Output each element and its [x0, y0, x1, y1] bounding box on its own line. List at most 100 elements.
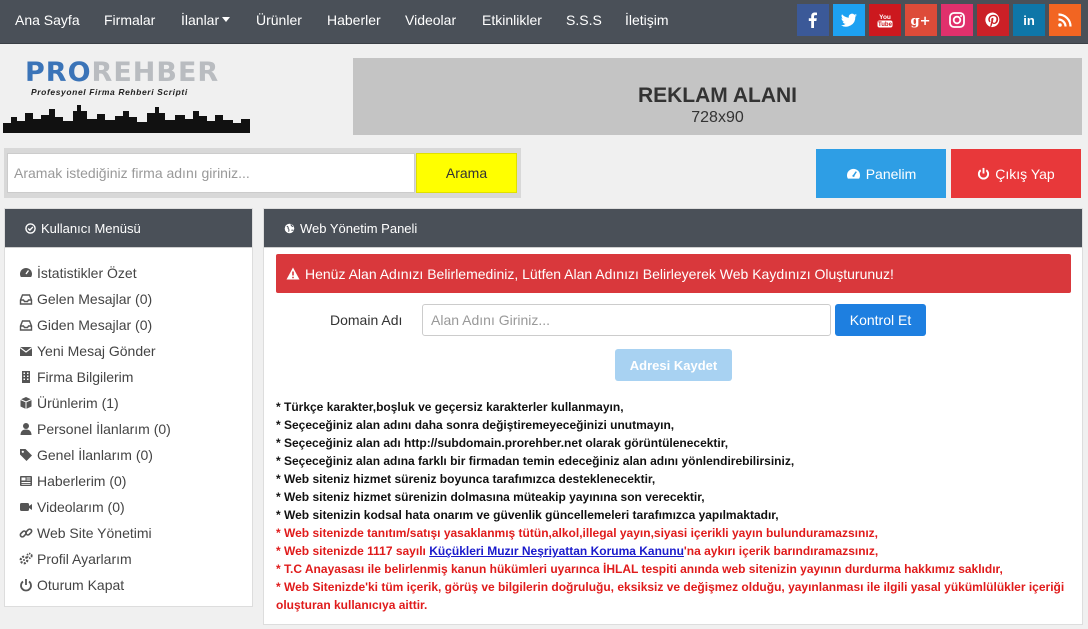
video-icon: [20, 503, 32, 511]
site-logo[interactable]: PROREHBER Profesyonel Firma Rehberi Scri…: [3, 55, 250, 133]
save-address-button[interactable]: Adresi Kaydet: [615, 349, 732, 381]
alert-text: Henüz Alan Adınızı Belirlemediniz, Lütfe…: [305, 265, 894, 282]
rule-item: * Seçeceğiniz alan adına farklı bir firm…: [276, 454, 795, 468]
cube-icon: [20, 397, 32, 409]
menu-item-outbox[interactable]: Giden Mesajlar (0): [5, 312, 252, 338]
web-management-panel: Web Yönetim Paneli Henüz Alan Adınızı Be…: [263, 208, 1083, 625]
menu-item-label: Ürünlerim (1): [37, 395, 119, 411]
check-circle-icon: [25, 222, 36, 234]
menu-item-label: Giden Mesajlar (0): [37, 317, 153, 333]
nav-home[interactable]: Ana Sayfa: [15, 0, 80, 40]
menu-item-videos[interactable]: Videolarım (0): [5, 494, 252, 520]
svg-text:You: You: [879, 14, 891, 21]
check-domain-button[interactable]: Kontrol Et: [835, 304, 926, 336]
menu-item-label: Genel İlanlarım (0): [37, 447, 153, 463]
rule-item: * Türkçe karakter,boşluk ve geçersiz kar…: [276, 400, 624, 414]
search-button[interactable]: Arama: [416, 153, 517, 193]
caret-down-icon: [222, 16, 231, 22]
ad-size: 728x90: [691, 109, 744, 126]
nav-companies[interactable]: Firmalar: [104, 0, 155, 40]
city-skyline-icon: [3, 105, 250, 133]
globe-icon: [284, 223, 295, 233]
twitter-icon[interactable]: [833, 4, 865, 36]
gears-icon: [19, 552, 33, 565]
dashboard-icon: [846, 168, 860, 179]
search-input[interactable]: [7, 153, 415, 193]
panel-label: Panelim: [865, 165, 917, 182]
rule-item: * Seçeceğiniz alan adını daha sonra deği…: [276, 418, 675, 432]
nav-contact[interactable]: İletişim: [625, 0, 669, 40]
logo-pro: PRO: [25, 57, 92, 88]
logout-label: Çıkış Yap: [995, 165, 1055, 182]
law-rule-before: * Web sitenizde 1117 sayılı: [276, 544, 430, 558]
instagram-icon[interactable]: [941, 4, 973, 36]
rule-item: * Web sitenizin kodsal hata onarım ve gü…: [276, 508, 779, 522]
pinterest-icon[interactable]: [977, 4, 1009, 36]
power-icon: [20, 579, 32, 592]
web-management-title: Web Yönetim Paneli: [300, 220, 418, 236]
building-icon: [22, 371, 30, 383]
menu-item-personnel-listings[interactable]: Personel İlanlarım (0): [5, 416, 252, 442]
rule-item: * T.C Anayasası ile belirlenmiş kanun hü…: [276, 562, 1003, 576]
menu-item-label: Gelen Mesajlar (0): [37, 291, 153, 307]
inbox-icon: [19, 320, 33, 331]
nav-products[interactable]: Ürünler: [256, 0, 302, 40]
svg-text:g+: g+: [911, 14, 930, 29]
facebook-icon[interactable]: [797, 4, 829, 36]
domain-label: Domain Adı: [330, 312, 403, 328]
law-rule-after: 'na aykırı içerik barındıramazsınız,: [683, 544, 879, 558]
tag-icon: [20, 449, 32, 461]
nav-news[interactable]: Haberler: [327, 0, 381, 40]
menu-item-label: Yeni Mesaj Gönder: [37, 343, 156, 359]
menu-item-label: Oturum Kapat: [37, 577, 125, 593]
menu-item-inbox[interactable]: Gelen Mesajlar (0): [5, 286, 252, 312]
menu-item-label: Personel İlanlarım (0): [37, 421, 171, 437]
nav-events[interactable]: Etkinlikler: [482, 0, 542, 40]
menu-item-logout[interactable]: Oturum Kapat: [5, 572, 252, 598]
menu-item-label: Haberlerim (0): [37, 473, 127, 489]
youtube-icon[interactable]: You Tube: [869, 4, 901, 36]
menu-item-general-listings[interactable]: Genel İlanlarım (0): [5, 442, 252, 468]
menu-item-profile-settings[interactable]: Profil Ayarlarım: [5, 546, 252, 572]
nav-videos[interactable]: Videolar: [405, 0, 456, 40]
link-icon: [19, 528, 33, 538]
menu-item-company-info[interactable]: Firma Bilgilerim: [5, 364, 252, 390]
menu-item-new-message[interactable]: Yeni Mesaj Gönder: [5, 338, 252, 364]
user-icon: [20, 423, 32, 435]
law-link[interactable]: Küçükleri Muzır Neşriyattan Koruma Kanun…: [429, 544, 684, 558]
domain-input[interactable]: [422, 304, 831, 336]
google-plus-icon[interactable]: g+: [905, 4, 937, 36]
menu-item-statistics[interactable]: İstatistikler Özet: [5, 260, 252, 286]
web-management-header: Web Yönetim Paneli: [264, 209, 1082, 248]
menu-item-label: İstatistikler Özet: [37, 265, 137, 281]
panel-button[interactable]: Panelim: [816, 149, 946, 198]
inbox-icon: [19, 294, 33, 305]
logo-rehber: REHBER: [91, 57, 220, 88]
search-bar: Arama: [4, 148, 521, 198]
linkedin-icon[interactable]: in: [1013, 4, 1045, 36]
ad-banner[interactable]: REKLAM ALANI 728x90: [353, 58, 1082, 135]
rule-item: * Web sitenizde tanıtım/satışı yasaklanm…: [276, 526, 878, 540]
rules-list: * Türkçe karakter,boşluk ve geçersiz kar…: [276, 398, 1076, 614]
rss-icon[interactable]: [1049, 4, 1081, 36]
menu-item-news[interactable]: Haberlerim (0): [5, 468, 252, 494]
nav-faq[interactable]: S.S.S: [566, 0, 602, 40]
user-menu-title: Kullanıcı Menüsü: [41, 220, 141, 236]
menu-item-label: Firma Bilgilerim: [37, 369, 134, 385]
menu-item-label: Web Site Yönetimi: [37, 525, 152, 541]
logout-button[interactable]: Çıkış Yap: [951, 149, 1081, 198]
menu-item-label: Profil Ayarlarım: [37, 551, 132, 567]
menu-item-website-management[interactable]: Web Site Yönetimi: [5, 520, 252, 546]
svg-text:in: in: [1023, 13, 1035, 28]
nav-listings[interactable]: İlanlar: [181, 0, 231, 40]
ad-title: REKLAM ALANI: [637, 84, 798, 107]
menu-item-products[interactable]: Ürünlerim (1): [5, 390, 252, 416]
nav-listings-label: İlanlar: [181, 12, 220, 28]
rule-item-law: * Web sitenizde 1117 sayılı Küçükleri Mu…: [276, 542, 1076, 560]
envelope-icon: [19, 347, 33, 356]
domain-warning-alert: Henüz Alan Adınızı Belirlemediniz, Lütfe…: [276, 254, 1071, 293]
logo-subtitle: Profesyonel Firma Rehberi Scripti: [31, 87, 188, 97]
menu-item-label: Videolarım (0): [37, 499, 125, 515]
rule-item: * Web siteniz hizmet sürenizin dolmasına…: [276, 490, 705, 504]
rule-item: * Web Sitenizde'ki tüm içerik, görüş ve …: [276, 580, 1065, 612]
